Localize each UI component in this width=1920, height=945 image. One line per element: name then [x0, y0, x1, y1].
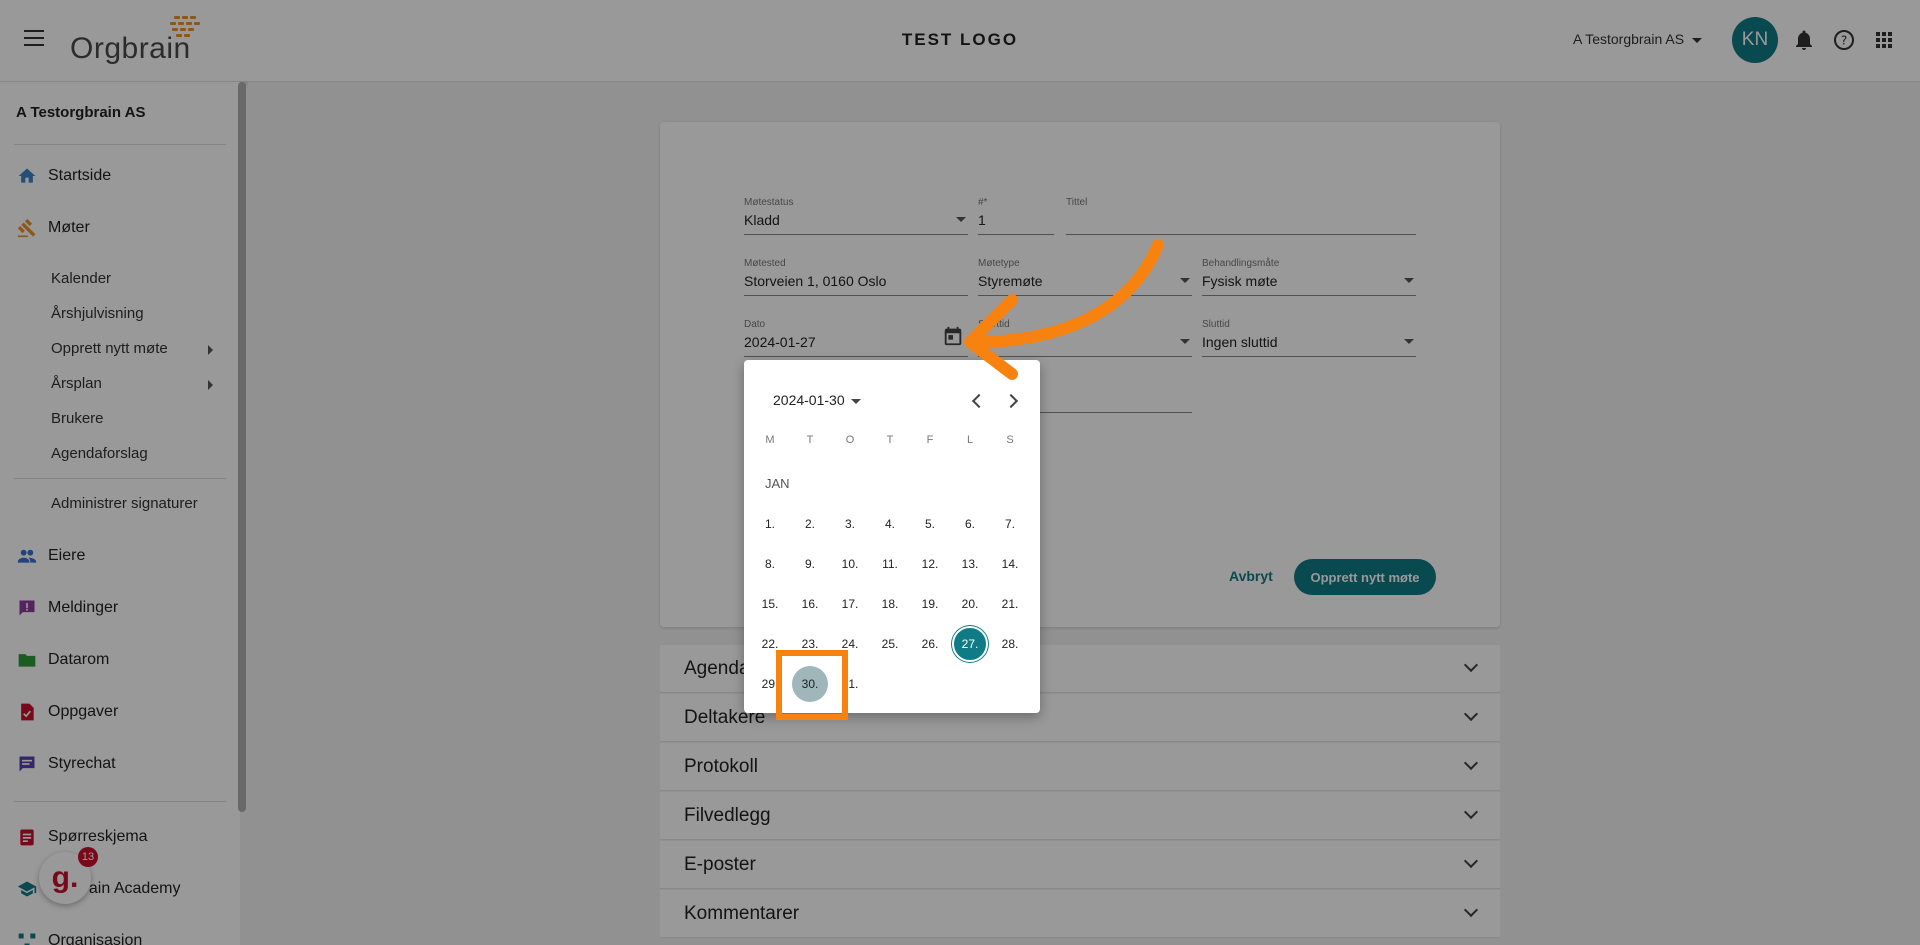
- date-picker-header[interactable]: 2024-01-30: [773, 392, 861, 408]
- calendar-day[interactable]: 9.: [792, 546, 828, 582]
- highlight-box: [776, 650, 848, 720]
- calendar-day[interactable]: 4.: [872, 506, 908, 542]
- calendar-day[interactable]: 2.: [792, 506, 828, 542]
- calendar-day[interactable]: 11.: [872, 546, 908, 582]
- weekday-label: T: [886, 434, 894, 446]
- calendar-day[interactable]: 18.: [872, 586, 908, 622]
- calendar-day[interactable]: 28.: [992, 626, 1028, 662]
- weekday-label: M: [765, 434, 775, 446]
- calendar-day[interactable]: 7.: [992, 506, 1028, 542]
- calendar-day[interactable]: 1.: [752, 506, 788, 542]
- caret-down-icon: [850, 398, 861, 404]
- calendar-day[interactable]: 17.: [832, 586, 868, 622]
- calendar-day[interactable]: 15.: [752, 586, 788, 622]
- weekday-label: O: [845, 434, 855, 446]
- weekday-label: L: [966, 434, 974, 446]
- calendar-day[interactable]: 5.: [912, 506, 948, 542]
- date-picker-header-label: 2024-01-30: [773, 392, 845, 408]
- prev-month-icon[interactable]: [971, 393, 987, 409]
- calendar-day[interactable]: 19.: [912, 586, 948, 622]
- calendar-day[interactable]: 13.: [952, 546, 988, 582]
- weekday-label: F: [926, 434, 934, 446]
- calendar-day[interactable]: 12.: [912, 546, 948, 582]
- calendar-day[interactable]: 21.: [992, 586, 1028, 622]
- weekday-label: S: [1006, 434, 1014, 446]
- calendar-day[interactable]: 20.: [952, 586, 988, 622]
- calendar-day[interactable]: 25.: [872, 626, 908, 662]
- calendar-day[interactable]: 3.: [832, 506, 868, 542]
- weekday-label: T: [806, 434, 814, 446]
- month-label: JAN: [765, 476, 790, 491]
- calendar-day[interactable]: 27.: [952, 626, 988, 662]
- calendar-day[interactable]: 8.: [752, 546, 788, 582]
- next-month-icon[interactable]: [1003, 393, 1019, 409]
- calendar-day[interactable]: 26.: [912, 626, 948, 662]
- calendar-day[interactable]: 14.: [992, 546, 1028, 582]
- calendar-day[interactable]: 10.: [832, 546, 868, 582]
- calendar-day[interactable]: 16.: [792, 586, 828, 622]
- calendar-day[interactable]: 6.: [952, 506, 988, 542]
